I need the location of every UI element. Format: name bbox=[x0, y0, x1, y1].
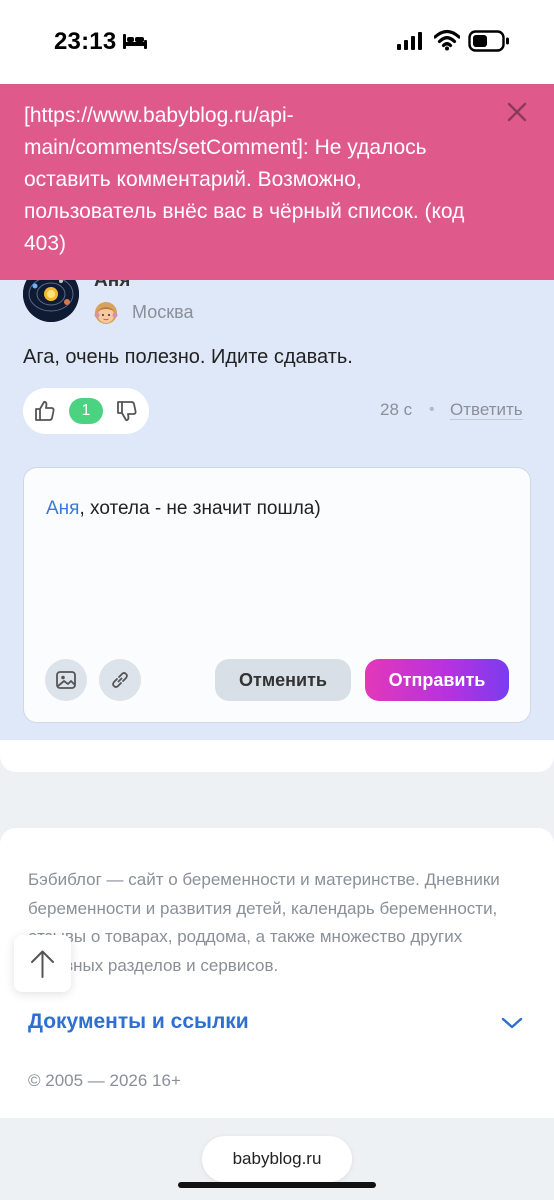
documents-links-toggle[interactable]: Документы и ссылки bbox=[28, 1010, 249, 1034]
link-icon bbox=[112, 672, 128, 688]
image-icon bbox=[56, 671, 76, 689]
reply-input-text: , хотела - не значит пошла) bbox=[79, 498, 321, 519]
browser-url-pill[interactable]: babyblog.ru bbox=[202, 1136, 352, 1182]
error-banner: [https://www.babyblog.ru/api-main/commen… bbox=[0, 84, 554, 280]
status-bar: 23:13 bbox=[0, 0, 554, 84]
wifi-icon bbox=[434, 29, 460, 51]
girl-emoji-icon bbox=[94, 302, 118, 324]
cancel-button[interactable]: Отменить bbox=[215, 659, 351, 701]
attach-link-button[interactable] bbox=[99, 659, 141, 701]
footer-description: Бэбиблог — сайт о беременности и материн… bbox=[28, 870, 500, 975]
thumbs-down-icon[interactable] bbox=[115, 399, 139, 423]
reply-editor[interactable]: Аня, хотела - не значит пошла) Отменить … bbox=[23, 467, 531, 723]
reply-mention[interactable]: Аня bbox=[46, 498, 79, 519]
close-icon[interactable] bbox=[505, 100, 529, 124]
comment-text: Ага, очень полезно. Идите сдавать. bbox=[23, 346, 353, 368]
footer: Бэбиблог — сайт о беременности и материн… bbox=[0, 828, 554, 1118]
reply-input[interactable]: Аня, хотела - не значит пошла) bbox=[46, 498, 321, 520]
card-bottom bbox=[0, 740, 554, 772]
error-message: [https://www.babyblog.ru/api-main/commen… bbox=[24, 104, 465, 255]
bed-icon bbox=[123, 34, 147, 49]
author-city: Москва bbox=[132, 302, 194, 322]
comment-time: 28 с bbox=[380, 400, 413, 419]
battery-icon bbox=[468, 30, 509, 52]
arrow-up-icon bbox=[31, 950, 54, 978]
thumbs-up-icon[interactable] bbox=[33, 399, 57, 423]
scroll-to-top-button[interactable] bbox=[14, 935, 71, 992]
vote-bar: 1 bbox=[23, 388, 149, 434]
attach-image-button[interactable] bbox=[45, 659, 87, 701]
submit-button[interactable]: Отправить bbox=[365, 659, 509, 701]
chevron-down-icon[interactable] bbox=[500, 1015, 524, 1031]
footer-copyright: © 2005 — 2026 16+ bbox=[28, 1071, 181, 1090]
reply-link[interactable]: Ответить bbox=[450, 400, 523, 420]
status-time: 23:13 bbox=[54, 28, 117, 55]
vote-count: 1 bbox=[69, 398, 103, 424]
cellular-signal-icon bbox=[397, 32, 422, 50]
home-indicator[interactable] bbox=[178, 1182, 376, 1188]
meta-separator: • bbox=[429, 401, 435, 418]
